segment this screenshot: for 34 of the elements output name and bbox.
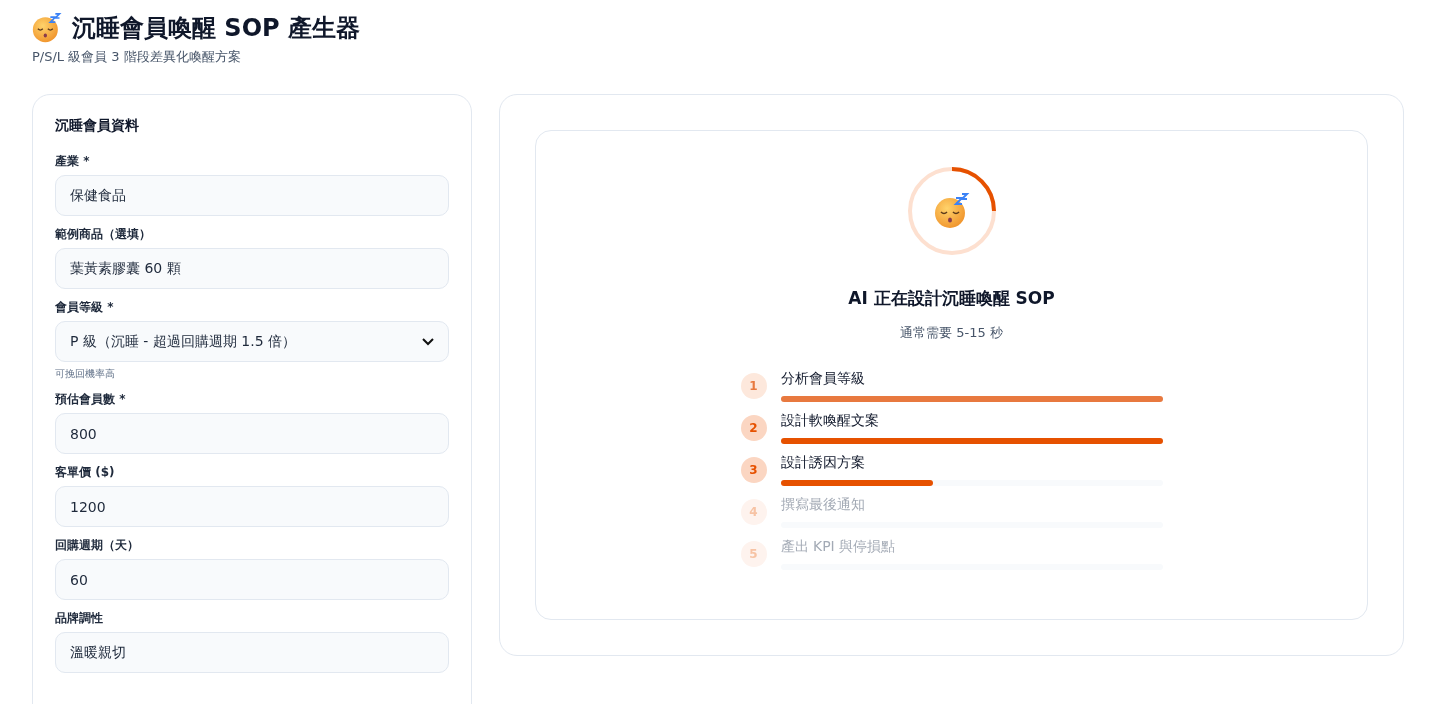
form-heading: 沉睡會員資料: [55, 117, 140, 135]
step-number: 3: [740, 457, 767, 483]
input-field[interactable]: 60: [55, 559, 449, 600]
loading-title: AI 正在設計沉睡喚醒 SOP: [848, 287, 1055, 310]
select-value: P 級（沉睡 - 超過回購週期 1.5 倍）: [70, 332, 296, 351]
step-number: 5: [740, 541, 767, 567]
input-field[interactable]: 800: [55, 413, 449, 454]
step-label: 設計誘因方案: [780, 454, 866, 472]
chevron-down-icon: [422, 337, 434, 346]
input-field[interactable]: 保健食品: [55, 175, 449, 216]
field-label: 預估會員數 *: [55, 391, 127, 408]
step-label: 設計軟喚醒文案: [780, 412, 880, 430]
field-label: 品牌調性: [55, 610, 104, 627]
field-label: 範例商品（選填）: [55, 226, 152, 243]
field-label: 會員等級 *: [55, 299, 115, 316]
input-field[interactable]: 1200: [55, 486, 449, 527]
loading-note: 通常需要 5-15 秒: [900, 324, 1003, 342]
page-subtitle: P/S/L 級會員 3 階段差異化喚醒方案: [32, 48, 242, 66]
field-label: 回購週期（天）: [55, 537, 140, 554]
page-title: 沉睡會員喚醒 SOP 產生器: [72, 13, 360, 44]
select-field[interactable]: P 級（沉睡 - 超過回購週期 1.5 倍）: [55, 321, 449, 362]
sleeping-face-icon: [933, 193, 970, 229]
field-hint: 可挽回機率高: [55, 367, 116, 381]
sleeping-face-icon: [32, 13, 62, 43]
step-label: 撰寫最後通知: [780, 496, 866, 514]
step-label: 產出 KPI 與停損點: [780, 538, 897, 556]
step-number: 1: [740, 373, 767, 399]
step-number: 2: [740, 415, 767, 441]
step-number: 4: [740, 499, 767, 525]
input-field[interactable]: 溫暖親切: [55, 632, 449, 673]
field-label: 客單價 ($): [55, 464, 116, 481]
field-label: 產業 *: [55, 153, 91, 170]
input-field[interactable]: 葉黃素膠囊 60 顆: [55, 248, 449, 289]
step-label: 分析會員等級: [780, 370, 866, 388]
